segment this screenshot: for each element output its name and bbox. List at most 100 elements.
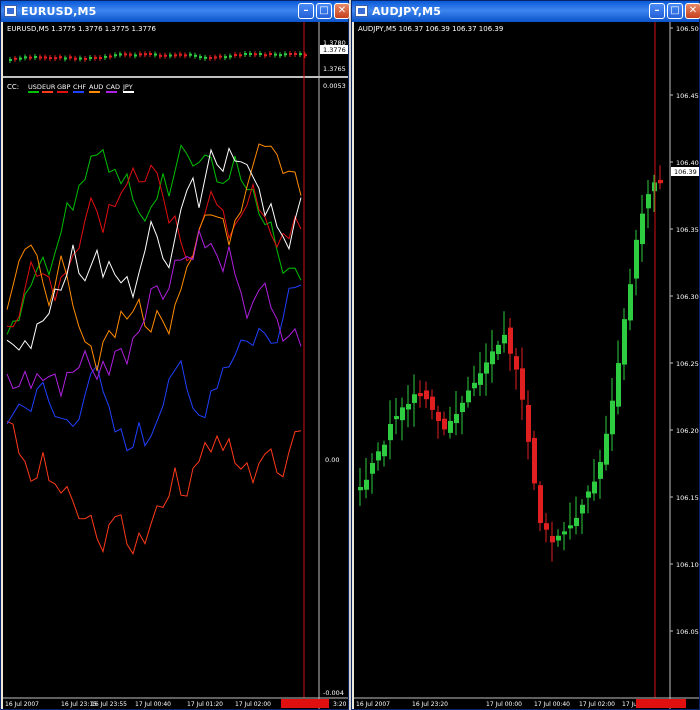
candle-body [466,390,471,403]
candle-body [454,414,459,424]
time-label: 3:20 [333,701,347,708]
candle-body [382,444,387,457]
time-label: 16 Jul 23:20 [412,701,448,708]
legend-swatch [73,91,84,93]
currency-line [6,228,302,398]
candle-body [149,53,152,55]
candle-body [104,55,107,58]
candle-body [184,54,187,57]
candle-body [658,179,663,184]
candle-body [394,416,399,420]
main-chart-header: AUDJPY,M5 106.37 106.39 106.37 106.39 [358,25,503,33]
minimize-button[interactable]: – [649,3,665,19]
price-label: 106.20 [676,427,699,435]
candle-body [109,55,112,58]
candle-body [289,53,292,55]
candle-body [370,463,375,474]
candle-body [249,53,252,55]
window-title: AUDJPY,M5 [372,5,442,18]
audjpy-chart-area[interactable]: AUDJPY,M5 106.37 106.39 106.37 106.39 10… [354,22,699,709]
current-time-marker [636,699,686,708]
time-label: 17 Jul 00:40 [135,701,171,708]
candle-body [174,54,177,57]
candle-body [580,504,585,514]
candle-body [616,363,621,407]
candle-body [502,334,507,344]
indicator-y-label: 0.0053 [323,82,346,90]
candle-body [299,53,302,56]
price-label: 106.40 [676,159,699,167]
candle-body [284,53,287,56]
price-label: 106.30 [676,293,699,301]
maximize-button[interactable]: □ [316,3,332,19]
current-time-marker [281,699,329,708]
candle-body [376,451,381,461]
close-button[interactable]: ✕ [685,3,700,19]
candle-body [204,56,207,59]
audjpy-window[interactable]: AUDJPY,M5 – □ ✕ AUDJPY,M5 106.37 106.39 … [351,0,700,710]
candle-body [239,54,242,57]
audjpy-candles [358,165,663,562]
candle-body [496,344,501,355]
audjpy-price-scale: 106.50 106.45 106.40 106.35 106.30 106.25 106.… [670,25,699,636]
time-label: 17 Jul 00:00 [486,701,522,708]
candle-body [622,319,627,365]
candle-body [358,487,363,491]
current-price: 106.39 [674,168,697,176]
eurusd-chart-area[interactable]: EURUSD,M5 1.3775 1.3776 1.3775 1.3776 1.… [3,22,348,709]
candle-body [406,404,411,410]
indicator-y-label: -0.004 [323,689,344,697]
candle-body [29,56,32,59]
candle-body [59,56,62,59]
candle-body [124,53,127,56]
legend-gbp: GBP [57,83,70,91]
candle-body [259,53,262,55]
candle-body [24,56,27,59]
candle-body [169,54,172,57]
candle-body [436,411,441,422]
main-y-label: 1.3765 [323,65,346,73]
audjpy-title-bar[interactable]: AUDJPY,M5 – □ ✕ [352,1,700,22]
eurusd-window[interactable]: EURUSD,M5 – □ ✕ EURUSD,M5 1.3775 1.3776 … [0,0,350,710]
legend-swatch [57,91,68,93]
currency-line [6,164,302,328]
candle-body [154,53,157,56]
legend-usd: USD [28,83,42,91]
currency-strength-lines [6,143,302,556]
candle-body [640,213,645,245]
minimize-button[interactable]: – [298,3,314,19]
legend-jpy: JPY [122,83,133,91]
candle-body [490,351,495,365]
candle-body [44,56,47,59]
candle-body [274,53,277,56]
close-button[interactable]: ✕ [334,3,350,19]
time-label: 16 Jul 23:55 [91,701,127,708]
candle-body [99,57,102,60]
maximize-button[interactable]: □ [667,3,683,19]
eurusd-candles [9,51,307,63]
candle-body [532,437,537,484]
currency-line [6,284,302,452]
candle-body [19,57,22,60]
candle-body [574,517,579,527]
candle-body [460,402,465,413]
candle-body [134,54,137,57]
candle-body [189,53,192,56]
legend-chf: CHF [73,83,86,91]
candle-body [114,54,117,57]
candle-body [199,56,202,59]
eurusd-title-bar[interactable]: EURUSD,M5 – □ ✕ [1,1,350,22]
candle-body [400,407,405,421]
candle-body [586,491,591,498]
main-current-price: 1.3776 [323,46,346,54]
candle-body [94,56,97,59]
candle-body [74,57,77,60]
candle-body [514,356,519,370]
candle-body [448,420,453,433]
candle-body [49,56,52,59]
candle-body [279,54,282,57]
candle-body [139,53,142,56]
chart-window-icon [4,5,17,17]
eurusd-chart-svg: EURUSD,M5 1.3775 1.3776 1.3775 1.3776 1.… [3,22,348,709]
indicator-y-label: 0.00 [325,456,339,464]
